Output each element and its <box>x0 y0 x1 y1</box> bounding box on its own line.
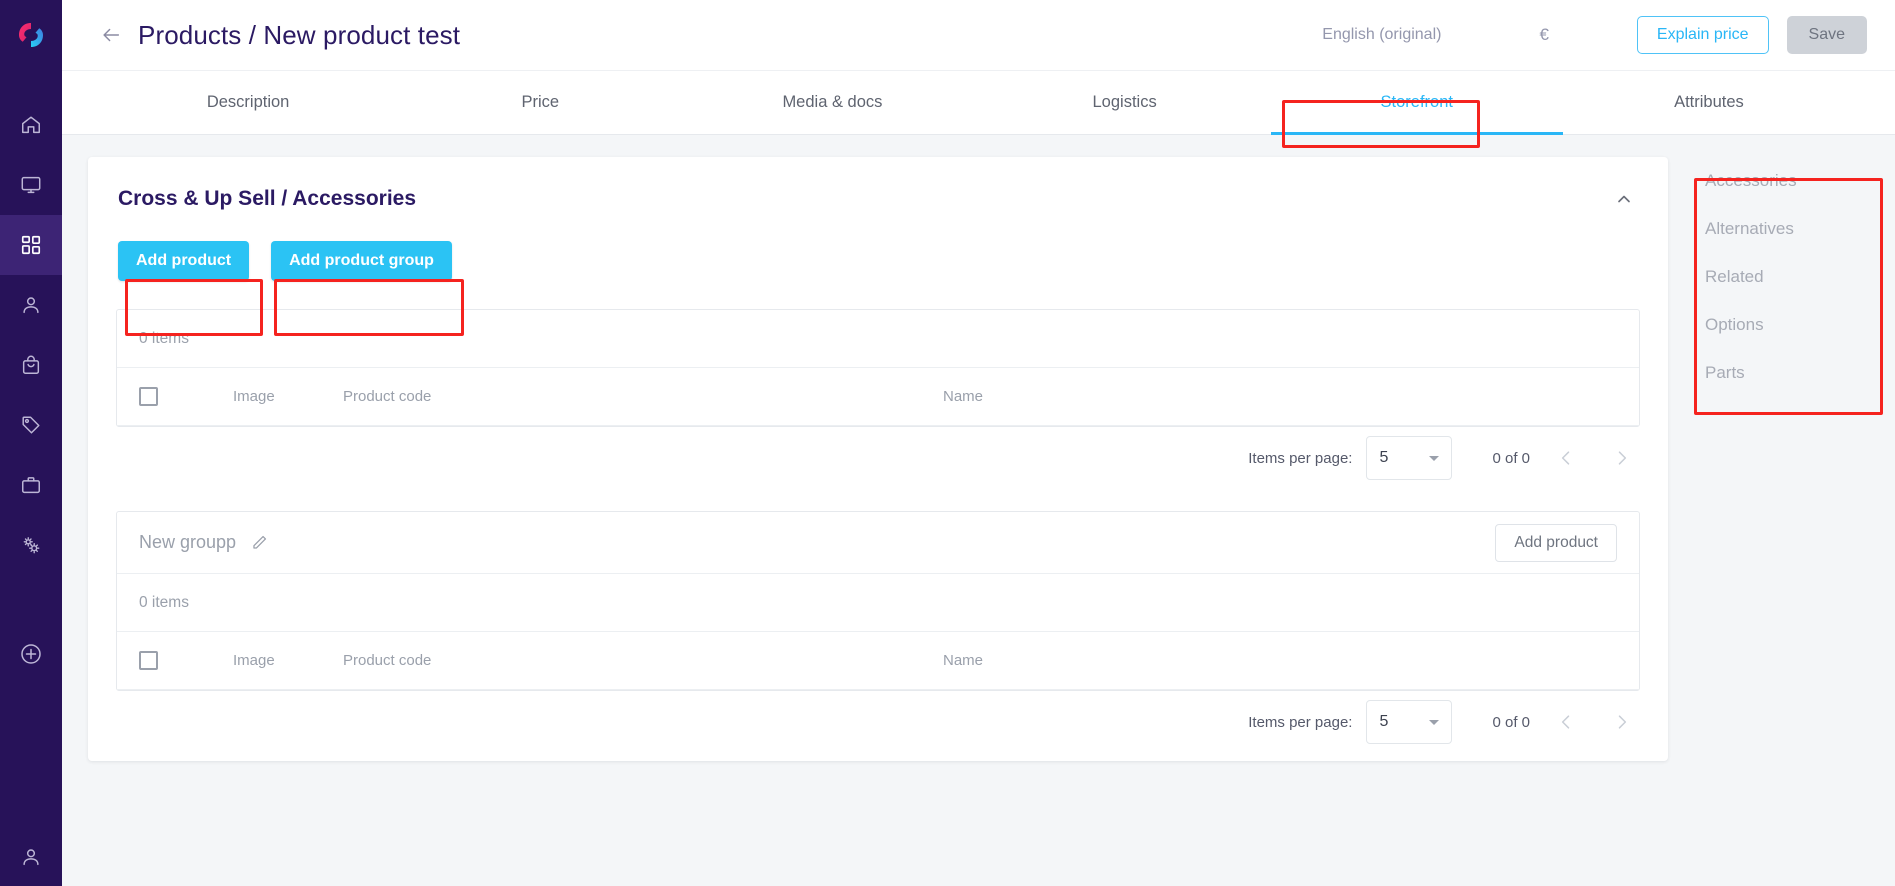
sidebar-item-home[interactable] <box>0 95 62 155</box>
app-root: Products / New product test English (ori… <box>0 0 1895 886</box>
language-selector[interactable]: English (original) <box>1312 20 1451 50</box>
tab-attributes[interactable]: Attributes <box>1563 71 1855 134</box>
gears-icon <box>23 537 40 554</box>
group-add-product-button[interactable]: Add product <box>1495 523 1617 562</box>
sidebar-item-monitor[interactable] <box>0 155 62 215</box>
cross-up-sell-card: Cross & Up Sell / Accessories Add produc… <box>88 157 1668 761</box>
select-all-checkbox[interactable] <box>139 387 158 406</box>
prev-page-button[interactable] <box>1546 438 1586 478</box>
user-account-icon <box>23 849 39 866</box>
card-title: Cross & Up Sell / Accessories <box>118 187 417 210</box>
shopping-bag-icon <box>22 355 40 374</box>
page-range-group: 0 of 0 <box>1492 713 1530 731</box>
edit-group-name-button[interactable] <box>250 533 269 552</box>
sidebar-item-settings[interactable] <box>0 515 62 575</box>
sidebar-add-button[interactable] <box>0 625 62 683</box>
content-area: Cross & Up Sell / Accessories Add produc… <box>62 135 1895 886</box>
select-all-checkbox-group[interactable] <box>139 651 158 670</box>
product-group-card: New groupp Add product 0 items Image Pro… <box>116 511 1640 691</box>
user-icon <box>23 297 39 314</box>
column-header-product-code-group: Product code <box>343 652 432 669</box>
rail-item-related[interactable]: Related <box>1688 253 1895 301</box>
tab-media-docs[interactable]: Media & docs <box>686 71 978 134</box>
chevron-up-icon <box>1618 195 1630 203</box>
chevron-right-icon-group <box>1618 715 1627 729</box>
items-per-page-value: 5 <box>1379 449 1389 466</box>
items-count-main: 0 items <box>117 310 1639 368</box>
card-header: Cross & Up Sell / Accessories <box>88 157 1668 217</box>
rail-item-accessories[interactable]: Accessories <box>1688 157 1895 205</box>
collapse-card-button[interactable] <box>1610 185 1638 213</box>
add-product-group-button[interactable]: Add product group <box>271 241 452 281</box>
sidebar-item-business[interactable] <box>0 455 62 515</box>
chevron-left-icon <box>1561 451 1570 465</box>
add-product-button[interactable]: Add product <box>118 241 250 281</box>
header-actions: English (original) € Explain price Save <box>1312 16 1867 54</box>
prev-page-button-group[interactable] <box>1546 702 1586 742</box>
column-header-name-group: Name <box>943 652 984 669</box>
brand-logo-icon <box>19 23 43 47</box>
content-scroll: Cross & Up Sell / Accessories Add produc… <box>62 135 1688 886</box>
save-button[interactable]: Save <box>1786 16 1867 54</box>
tab-description[interactable]: Description <box>102 71 394 134</box>
page-range-main: 0 of 0 <box>1492 449 1530 467</box>
items-per-page-select[interactable]: 5 <box>1366 436 1453 480</box>
currency-selector[interactable]: € <box>1529 19 1558 51</box>
sidebar-item-catalog[interactable] <box>0 215 62 275</box>
tab-bar: Description Price Media & docs Logistics… <box>62 70 1895 135</box>
top-header: Products / New product test English (ori… <box>62 0 1895 70</box>
main-region: Products / New product test English (ori… <box>62 0 1895 886</box>
paginator-main: Items per page: 5 0 of 0 <box>88 427 1668 489</box>
items-count-group: 0 items <box>117 574 1639 632</box>
items-per-page-label-group: Items per page: <box>1248 713 1353 731</box>
left-sidebar <box>0 0 62 886</box>
explain-price-button[interactable]: Explain price <box>1636 16 1769 54</box>
table-header-main: Image Product code Name <box>117 368 1639 426</box>
group-name: New groupp <box>139 532 237 552</box>
pencil-icon <box>253 535 267 549</box>
column-header-image-group: Image <box>233 652 275 669</box>
briefcase-icon <box>22 477 40 494</box>
column-header-product-code: Product code <box>343 388 432 405</box>
column-header-name: Name <box>943 388 984 405</box>
tab-storefront[interactable]: Storefront <box>1270 71 1564 135</box>
right-rail: Accessories Alternatives Related Options… <box>1688 135 1895 886</box>
page-title: Products / New product test <box>138 19 461 50</box>
brand-logo[interactable] <box>0 0 62 70</box>
next-page-button-group[interactable] <box>1602 702 1642 742</box>
next-page-button[interactable] <box>1602 438 1642 478</box>
tag-icon <box>22 416 40 434</box>
rail-item-alternatives[interactable]: Alternatives <box>1688 205 1895 253</box>
sidebar-account-button[interactable] <box>0 828 62 886</box>
sidebar-nav <box>0 95 62 575</box>
column-header-image: Image <box>233 388 275 405</box>
chevron-left-icon-group <box>1561 715 1570 729</box>
product-group-header: New groupp Add product <box>117 512 1639 574</box>
accessories-table-card: 0 items Image Product code Name <box>116 309 1640 427</box>
rail-item-parts[interactable]: Parts <box>1688 349 1895 397</box>
monitor-icon <box>21 176 41 194</box>
items-per-page-select-group[interactable]: 5 <box>1366 700 1453 744</box>
items-per-page-label: Items per page: <box>1248 449 1353 467</box>
sidebar-item-pricing[interactable] <box>0 395 62 455</box>
back-button[interactable] <box>94 18 128 52</box>
grid-icon <box>21 235 41 255</box>
right-rail-list: Accessories Alternatives Related Options… <box>1688 157 1895 397</box>
sidebar-item-orders[interactable] <box>0 335 62 395</box>
card-actions: Add product Add product group <box>88 217 1668 287</box>
chevron-down-icon-group <box>1429 719 1440 725</box>
tab-logistics[interactable]: Logistics <box>979 71 1271 134</box>
rail-item-options[interactable]: Options <box>1688 301 1895 349</box>
items-per-page-value-group: 5 <box>1379 713 1389 730</box>
arrow-left-icon <box>103 28 120 42</box>
tab-price[interactable]: Price <box>394 71 686 134</box>
sidebar-item-customers[interactable] <box>0 275 62 335</box>
table-header-group: Image Product code Name <box>117 632 1639 690</box>
plus-circle-icon <box>21 644 41 664</box>
chevron-right-icon <box>1618 451 1627 465</box>
home-icon <box>22 116 40 134</box>
paginator-group: Items per page: 5 0 of 0 <box>88 691 1668 753</box>
chevron-down-icon <box>1429 455 1440 461</box>
